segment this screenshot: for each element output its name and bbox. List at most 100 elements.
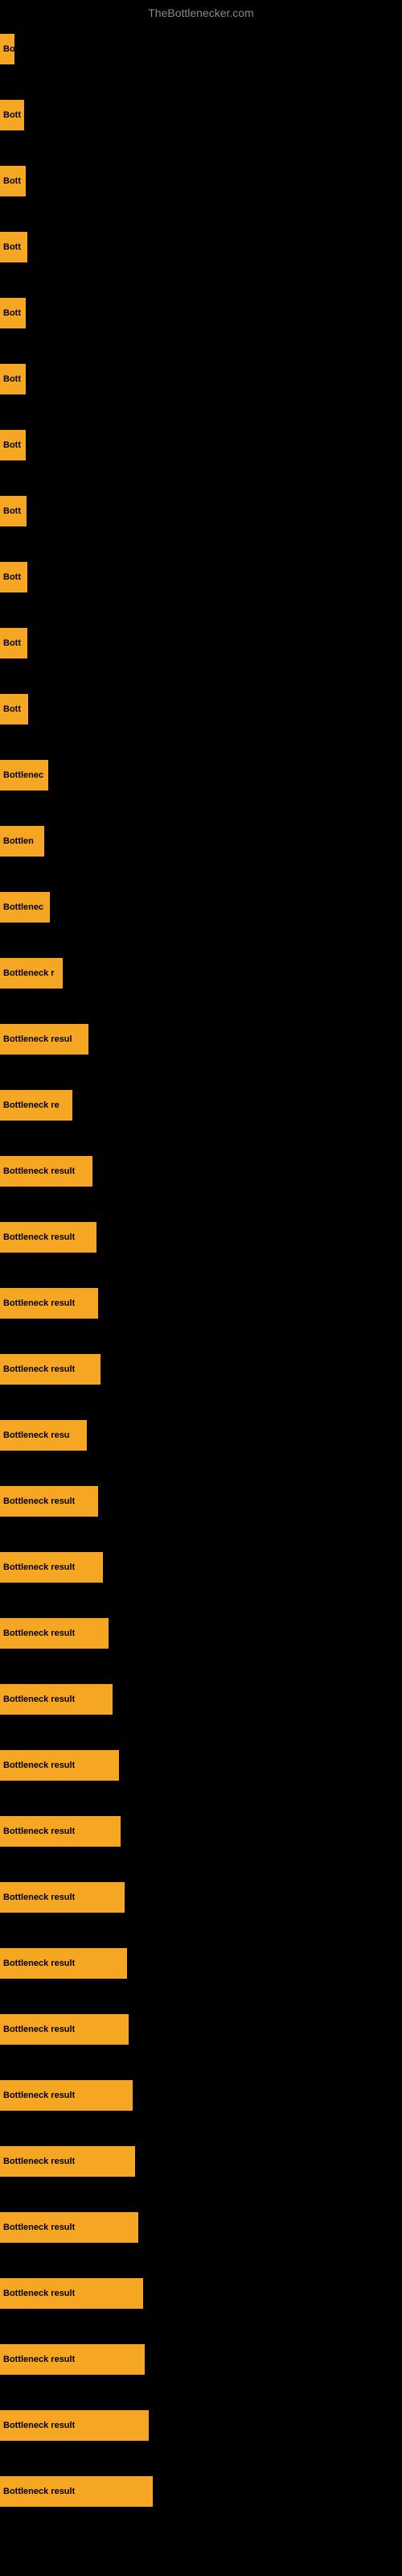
bar-label: Bott [3, 242, 21, 252]
bar: Bottleneck result [0, 2476, 153, 2507]
bar-label: Bottleneck result [3, 2091, 75, 2100]
bar-label: Bott [3, 110, 21, 120]
bar: Bott [0, 562, 27, 592]
bar: Bottleneck resul [0, 1024, 88, 1055]
bar: Bott [0, 628, 27, 658]
bar: Bottlen [0, 826, 44, 857]
bar-label: Bottleneck result [3, 1827, 75, 1836]
bar-label: Bottleneck result [3, 2421, 75, 2430]
bar-label: Bottleneck result [3, 1166, 75, 1176]
bar-label: Bott [3, 704, 21, 714]
bar-row: Bottleneck result [0, 1204, 402, 1270]
bar-label: Bott [3, 506, 21, 516]
bar-label: Bott [3, 572, 21, 582]
bar-row: Bott [0, 82, 402, 148]
bar-label: Bo [3, 44, 14, 54]
bar-label: Bottleneck resul [3, 1034, 72, 1044]
bar-label: Bottleneck r [3, 968, 55, 978]
bar-row: Bottlen [0, 808, 402, 874]
bar-label: Bottleneck result [3, 1496, 75, 1506]
bar-row: Bottlenec [0, 742, 402, 808]
bar: Bottleneck r [0, 958, 63, 989]
bar-label: Bottleneck result [3, 1761, 75, 1770]
bar-row: Bottleneck result [0, 2326, 402, 2392]
bar-row: Bottlenec [0, 874, 402, 940]
bar-label: Bott [3, 374, 21, 384]
bar-row: Bottleneck result [0, 2458, 402, 2524]
bar: Bottleneck result [0, 2080, 133, 2111]
bar-label: Bottleneck result [3, 1563, 75, 1572]
bar: Bott [0, 364, 26, 394]
bar-label: Bottleneck result [3, 1232, 75, 1242]
bar: Bott [0, 232, 27, 262]
bar-label: Bottlenec [3, 902, 43, 912]
bar: Bott [0, 298, 26, 328]
bar-row: Bottleneck result [0, 1930, 402, 1996]
bar-label: Bottleneck resu [3, 1430, 70, 1440]
bar-label: Bottleneck result [3, 2025, 75, 2034]
bar-row: Bottleneck result [0, 2194, 402, 2260]
bar: Bott [0, 430, 26, 460]
bar: Bottlenec [0, 892, 50, 923]
bar-row: Bottleneck result [0, 2392, 402, 2458]
bar-row: Bottleneck resul [0, 1006, 402, 1072]
bar-row: Bottleneck result [0, 1468, 402, 1534]
bar-label: Bottlenec [3, 770, 43, 780]
bar: Bottleneck result [0, 2212, 138, 2243]
bar: Bottleneck result [0, 2278, 143, 2309]
bar: Bo [0, 34, 14, 64]
bar: Bottleneck result [0, 2410, 149, 2441]
bar-row: Bottleneck result [0, 2260, 402, 2326]
bar: Bottlenec [0, 760, 48, 791]
bar: Bott [0, 166, 26, 196]
bar-label: Bottleneck result [3, 1298, 75, 1308]
bar-row: Bott [0, 478, 402, 544]
bar: Bottleneck result [0, 1288, 98, 1319]
bar: Bott [0, 496, 27, 526]
bar-label: Bott [3, 638, 21, 648]
bar-row: Bo [0, 16, 402, 82]
bar-row: Bott [0, 610, 402, 676]
bar: Bottleneck result [0, 1354, 100, 1385]
bar-row: Bott [0, 148, 402, 214]
bar: Bottleneck result [0, 2146, 135, 2177]
bar-label: Bottleneck result [3, 2289, 75, 2298]
bar-row: Bott [0, 214, 402, 280]
bar: Bottleneck result [0, 1750, 119, 1781]
bar: Bottleneck result [0, 1948, 127, 1979]
bar-row: Bottleneck result [0, 2062, 402, 2128]
bar-row: Bottleneck result [0, 1798, 402, 1864]
bar-row: Bott [0, 676, 402, 742]
bar: Bott [0, 100, 24, 130]
bar-label: Bottleneck result [3, 2355, 75, 2364]
bar: Bottleneck result [0, 1684, 113, 1715]
bar-label: Bottleneck result [3, 1959, 75, 1968]
bar: Bottleneck re [0, 1090, 72, 1121]
bar: Bottleneck result [0, 1486, 98, 1517]
bar: Bottleneck result [0, 1222, 96, 1253]
bar-row: Bottleneck result [0, 1270, 402, 1336]
bar-label: Bottlen [3, 836, 34, 846]
bar: Bottleneck result [0, 2014, 129, 2045]
bar-label: Bottleneck result [3, 1893, 75, 1902]
bar-row: Bott [0, 346, 402, 412]
bar: Bottleneck result [0, 1882, 125, 1913]
bar-row: Bottleneck re [0, 1072, 402, 1138]
bar: Bottleneck resu [0, 1420, 87, 1451]
bar-row: Bottleneck result [0, 1864, 402, 1930]
bar: Bottleneck result [0, 1552, 103, 1583]
bar-row: Bott [0, 280, 402, 346]
bar-row: Bottleneck result [0, 1600, 402, 1666]
bar-row: Bottleneck r [0, 940, 402, 1006]
bar-label: Bottleneck result [3, 2157, 75, 2166]
bar-label: Bottleneck re [3, 1100, 59, 1110]
bar-row: Bottleneck result [0, 1336, 402, 1402]
bar-label: Bott [3, 440, 21, 450]
bar-row: Bott [0, 544, 402, 610]
bar-row: Bottleneck result [0, 2128, 402, 2194]
bar-row: Bottleneck result [0, 1666, 402, 1732]
bar-label: Bott [3, 308, 21, 318]
bar-row: Bottleneck resu [0, 1402, 402, 1468]
bar-label: Bottleneck result [3, 1629, 75, 1638]
bar: Bott [0, 694, 28, 724]
